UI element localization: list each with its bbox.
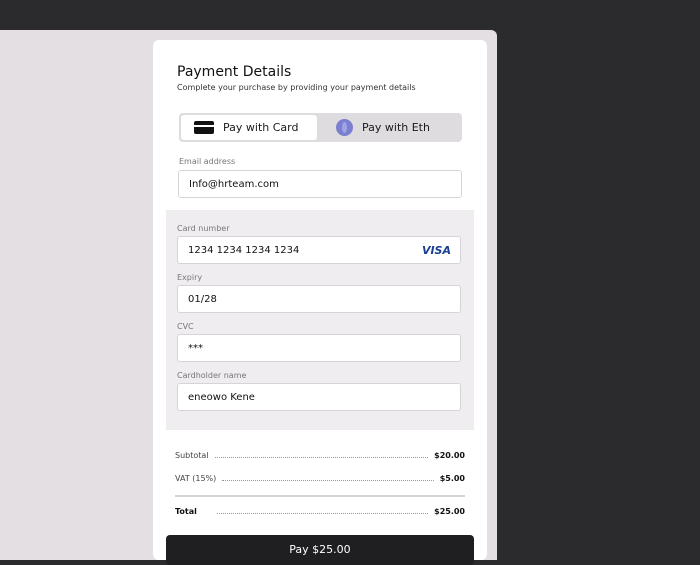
cardholder-label: Cardholder name [177,371,246,380]
card-number-field[interactable]: 1234 1234 1234 1234 VISA [177,236,461,264]
credit-card-icon [194,121,214,134]
cvc-label: CVC [177,322,194,331]
email-field[interactable]: Info@hrteam.com [178,170,462,198]
cardholder-field[interactable]: eneowo Kene [177,383,461,411]
email-label: Email address [179,157,235,166]
visa-icon: VISA [422,244,451,257]
page-subtitle: Complete your purchase by providing your… [177,83,416,92]
summary-divider [175,495,465,497]
expiry-label: Expiry [177,273,202,282]
subtotal-value: $20.00 [434,451,465,460]
pay-button[interactable]: Pay $25.00 [166,535,474,565]
cvc-field[interactable]: *** [177,334,461,362]
subtotal-row: Subtotal $20.00 [175,451,465,460]
total-row: Total $25.00 [175,507,465,516]
card-number-value: 1234 1234 1234 1234 [188,245,299,256]
subtotal-label: Subtotal [175,451,209,460]
tab-pay-with-card[interactable]: Pay with Card [181,115,317,140]
payment-method-toggle: Pay with Card Pay with Eth [179,113,462,142]
ethereum-icon [336,119,353,136]
tab-label: Pay with Card [223,121,298,134]
page-title: Payment Details [177,64,291,80]
vat-value: $5.00 [440,474,465,483]
tab-pay-with-eth[interactable]: Pay with Eth [319,115,460,140]
vat-row: VAT (15%) $5.00 [175,474,465,483]
vat-label: VAT (15%) [175,474,216,483]
total-label: Total [175,507,211,516]
tab-label: Pay with Eth [362,121,430,134]
total-value: $25.00 [434,507,465,516]
expiry-field[interactable]: 01/28 [177,285,461,313]
card-number-label: Card number [177,224,229,233]
